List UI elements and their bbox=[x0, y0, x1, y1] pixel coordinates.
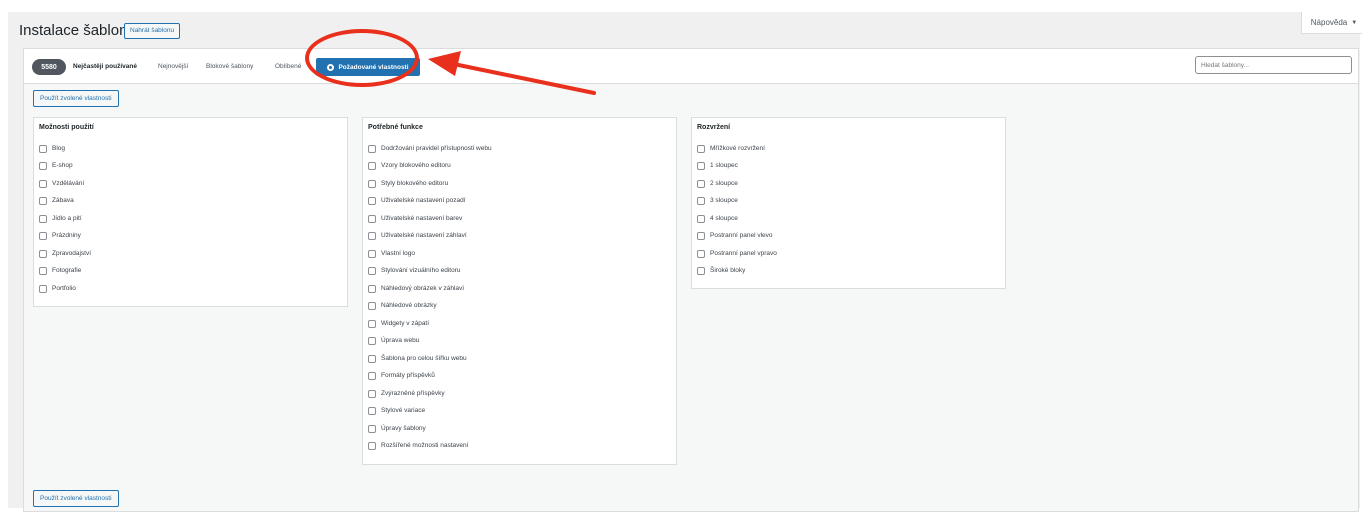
annotation-arrow bbox=[428, 51, 596, 95]
